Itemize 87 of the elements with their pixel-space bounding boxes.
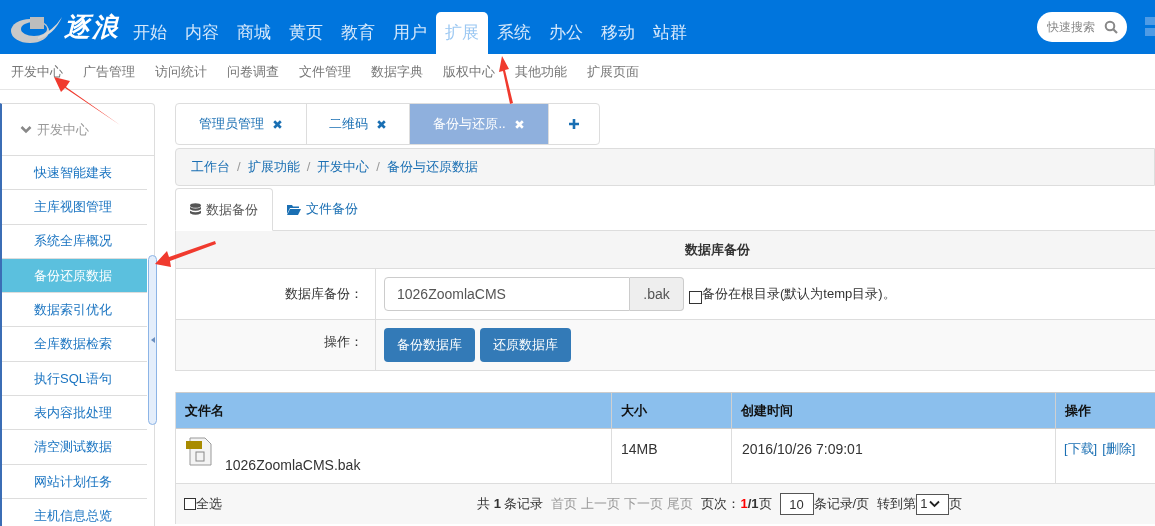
sub-nav-link[interactable]: 数据字典 xyxy=(371,61,423,82)
sub-nav-link[interactable]: 访问统计 xyxy=(155,61,207,82)
breadcrumb-link[interactable]: 扩展功能 xyxy=(247,157,300,177)
database-icon xyxy=(190,203,201,216)
sidebar-item[interactable]: 网站计划任务 xyxy=(2,464,147,499)
current-page: 1 xyxy=(740,495,748,514)
action-button[interactable]: 还原数据库 xyxy=(480,328,571,362)
plus-icon xyxy=(568,118,580,130)
nav-tab[interactable]: 教育 xyxy=(332,12,384,54)
column-header: 操作 xyxy=(1064,401,1092,420)
page-label: 页次： xyxy=(701,495,741,514)
nav-tab[interactable]: 用户 xyxy=(384,12,436,54)
table-cell: 2016/10/26 7:09:01 xyxy=(742,441,863,457)
table-cell: 14MB xyxy=(621,441,658,457)
checkbox[interactable] xyxy=(184,498,196,510)
sub-nav-link[interactable]: 文件管理 xyxy=(299,61,351,82)
breadcrumb-link[interactable]: 备份与还原数据 xyxy=(386,157,478,177)
chevron-down-icon xyxy=(20,125,32,134)
page-size-field[interactable]: 10 xyxy=(779,493,814,515)
checkbox-label: 备份在根目录(默认为temp目录)。 xyxy=(702,285,896,304)
breadcrumb-separator: / xyxy=(237,158,241,177)
action-button[interactable]: 备份数据库 xyxy=(384,328,475,362)
sidebar-item[interactable]: 清空测试数据 xyxy=(2,430,147,465)
page-size-label: 条记录/页 xyxy=(813,495,870,514)
table-link[interactable]: [删除] xyxy=(1102,439,1136,459)
breadcrumb-link[interactable]: 开发中心 xyxy=(317,157,370,177)
sidebar-collapse-handle[interactable] xyxy=(148,255,157,425)
total-pages: /1 xyxy=(747,495,759,514)
nav-tab[interactable]: 站群 xyxy=(644,12,696,54)
caret-left-icon xyxy=(150,337,155,343)
nav-tab[interactable]: 办公 xyxy=(540,12,592,54)
sidebar-item[interactable]: 数据索引优化 xyxy=(2,293,147,328)
sidebar-item[interactable]: 执行SQL语句 xyxy=(2,361,147,397)
sidebar-item[interactable]: 表内容批处理 xyxy=(2,396,147,431)
sidebar-item[interactable]: 主库视图管理 xyxy=(2,190,147,225)
close-icon[interactable] xyxy=(272,118,283,130)
column-header: 文件名 xyxy=(176,393,612,428)
breadcrumb-link[interactable]: 工作台 xyxy=(191,157,230,177)
nav-tab[interactable]: 黄页 xyxy=(280,12,332,54)
table-link[interactable]: [下载] xyxy=(1064,439,1098,459)
page-select[interactable]: 1 xyxy=(916,493,950,515)
annotation-arrow xyxy=(498,56,514,104)
sub-nav-link[interactable]: 版权中心 xyxy=(443,61,495,82)
column-header: 创建时间 xyxy=(732,393,1056,428)
file-name-field[interactable]: 1026ZoomlaCMS xyxy=(384,277,630,311)
chevron-down-icon xyxy=(929,500,941,508)
checkbox[interactable] xyxy=(689,290,702,304)
field-label: 操作： xyxy=(324,333,363,351)
search-field[interactable]: 快速搜索 xyxy=(1037,12,1127,42)
nav-tab[interactable]: 商城 xyxy=(228,12,280,54)
sidebar-item[interactable]: 系统全库概况 xyxy=(2,224,147,259)
suffix-label: .bak xyxy=(630,277,684,311)
logo-text: 逐浪 xyxy=(64,10,120,44)
section-title: 数据库备份 xyxy=(685,240,750,259)
page-unit: 页 xyxy=(949,495,963,514)
sub-nav-link[interactable]: 开发中心 xyxy=(11,61,63,82)
nav-tab[interactable]: 内容 xyxy=(176,12,228,54)
sub-nav-link[interactable]: 扩展页面 xyxy=(587,61,639,82)
annotation-arrow xyxy=(155,240,217,268)
checkbox-label: 全选 xyxy=(196,495,222,514)
sidebar-title: 开发中心 xyxy=(37,120,89,139)
pagination-link[interactable]: 尾页 xyxy=(667,494,694,514)
folder-icon xyxy=(287,203,301,215)
breadcrumb-separator: / xyxy=(306,158,311,177)
content-tab[interactable]: 文件备份 xyxy=(273,188,372,230)
table-cell-text: 1026ZoomlaCMS.bak xyxy=(225,456,361,475)
sidebar-item[interactable]: 全库数据检索 xyxy=(2,327,147,362)
close-icon[interactable] xyxy=(376,118,387,130)
field-label: 数据库备份： xyxy=(285,285,363,304)
sub-nav-link[interactable]: 问卷调查 xyxy=(227,61,279,82)
nav-tab[interactable]: 开始 xyxy=(124,12,176,54)
sidebar-item[interactable]: 快速智能建表 xyxy=(2,156,147,191)
sub-nav-link[interactable]: 其他功能 xyxy=(515,61,567,82)
pagination-link[interactable]: 首页 xyxy=(551,494,578,514)
nav-tab[interactable]: 系统 xyxy=(488,12,540,54)
record-count-text: 共 1 条记录 xyxy=(477,495,544,514)
sub-nav-link[interactable]: 广告管理 xyxy=(83,61,135,82)
breadcrumb-separator: / xyxy=(376,158,380,177)
content-tab[interactable]: 数据备份 xyxy=(175,188,273,231)
sidebar-item[interactable]: 主机信息总览 xyxy=(2,498,147,526)
search-icon[interactable] xyxy=(1104,20,1118,34)
page-unit: 页 xyxy=(758,495,772,514)
column-header: 大小 xyxy=(612,393,732,428)
nav-tab[interactable]: 移动 xyxy=(592,12,644,54)
goto-label: 转到第 xyxy=(877,495,917,514)
zip-file-icon xyxy=(186,437,213,466)
page-tab[interactable]: 管理员管理 xyxy=(176,104,307,144)
